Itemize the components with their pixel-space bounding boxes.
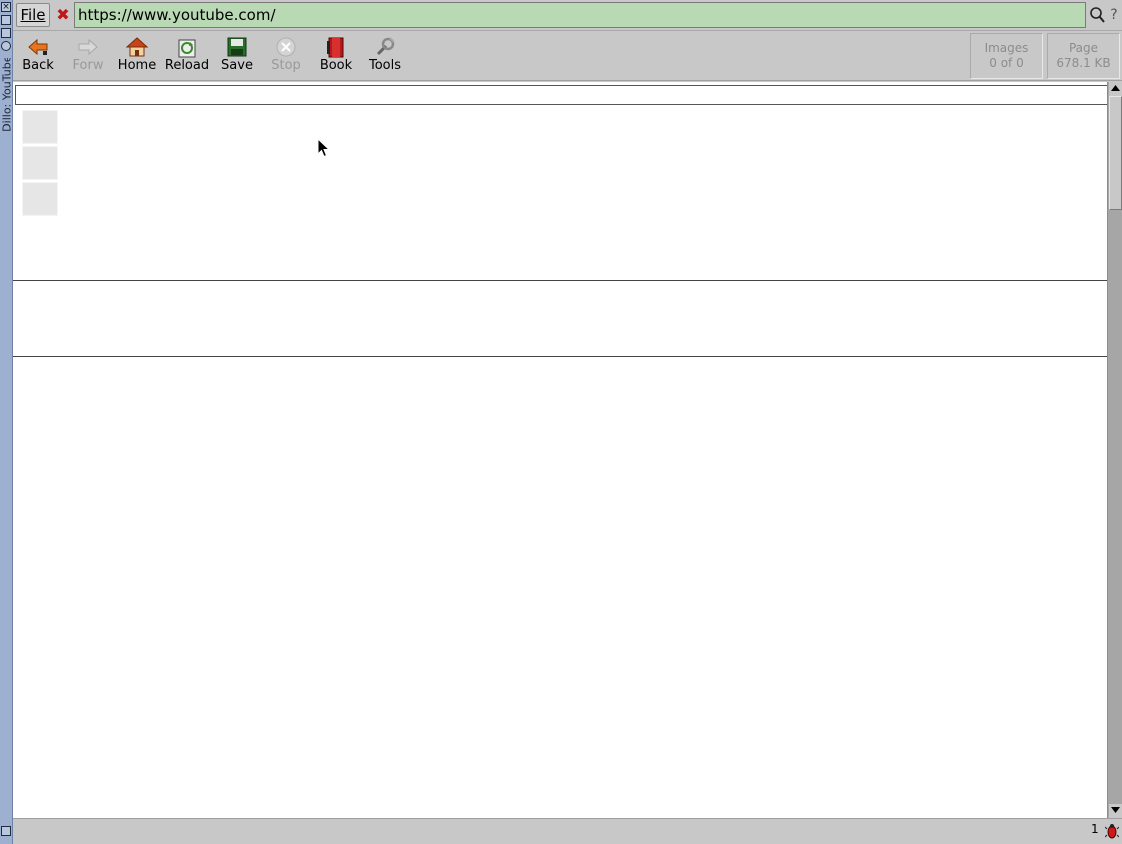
bug-icon[interactable] — [1105, 823, 1119, 839]
reload-label: Reload — [164, 58, 210, 73]
home-icon — [126, 37, 148, 57]
placeholder-cell — [22, 146, 58, 180]
home-label: Home — [117, 58, 157, 73]
stop-label: Stop — [271, 58, 301, 73]
save-icon — [227, 37, 247, 57]
page-value: 678.1 KB — [1056, 56, 1111, 70]
forward-button[interactable]: Forw — [64, 31, 112, 79]
window-manager-strip: × Dillo: YouTube — [0, 0, 13, 844]
location-bar: File ✖ ? — [13, 0, 1122, 31]
images-indicator: Images 0 of 0 — [970, 33, 1043, 79]
back-label: Back — [22, 58, 54, 73]
back-arrow-icon — [28, 38, 48, 56]
vertical-scrollbar[interactable] — [1107, 82, 1122, 818]
scroll-up-button[interactable] — [1109, 82, 1122, 96]
arrow-up-icon — [1111, 85, 1120, 91]
tools-label: Tools — [368, 58, 402, 73]
arrow-down-icon — [1111, 807, 1120, 813]
reload-icon — [178, 39, 196, 58]
maximize-icon[interactable] — [1, 15, 11, 25]
search-icon[interactable] — [1089, 5, 1105, 25]
help-icon[interactable]: ? — [1107, 5, 1121, 25]
scrollbar-thumb[interactable] — [1109, 96, 1122, 210]
window-menu-icon[interactable] — [1, 826, 11, 836]
status-text — [17, 823, 1087, 839]
forward-label: Forw — [72, 58, 104, 73]
save-button[interactable]: Save — [213, 31, 261, 79]
tools-icon — [376, 37, 395, 56]
stop-button[interactable]: Stop — [262, 31, 310, 79]
tools-button[interactable]: Tools — [361, 31, 409, 79]
reload-button[interactable]: Reload — [163, 31, 211, 79]
page-content — [13, 82, 1107, 818]
home-button[interactable]: Home — [113, 31, 161, 79]
restore-icon[interactable] — [1, 41, 11, 51]
horizontal-rule — [13, 280, 1107, 281]
status-count: 1 — [1091, 822, 1099, 836]
status-bar: 1 — [13, 818, 1122, 844]
page-text-input[interactable] — [15, 85, 1107, 105]
back-button[interactable]: Back — [14, 31, 62, 79]
page-label: Page — [1068, 41, 1099, 55]
page-size-indicator: Page 678.1 KB — [1047, 33, 1120, 79]
bookmarks-button[interactable]: Book — [312, 31, 360, 79]
toolbar: Back Forw Home Reload Save Stop Book Too… — [13, 31, 1122, 81]
horizontal-rule — [13, 356, 1107, 357]
images-value: 0 of 0 — [989, 56, 1024, 70]
clear-url-icon[interactable]: ✖ — [53, 3, 73, 27]
placeholder-cell — [22, 182, 58, 216]
browser-window: File ✖ ? Back Forw — [13, 0, 1122, 844]
forward-arrow-icon — [78, 38, 98, 56]
placeholder-cell — [22, 110, 58, 144]
stop-icon — [276, 37, 296, 57]
bookmark-icon — [327, 37, 344, 58]
images-label: Images — [984, 41, 1029, 55]
scroll-down-button[interactable] — [1109, 804, 1122, 818]
file-menu-button[interactable]: File — [16, 3, 50, 27]
url-input[interactable] — [74, 2, 1086, 28]
close-icon[interactable]: × — [1, 2, 11, 12]
book-label: Book — [319, 58, 353, 73]
window-title: Dillo: YouTube — [0, 58, 14, 132]
minimize-icon[interactable] — [1, 28, 11, 38]
save-label: Save — [221, 58, 253, 73]
